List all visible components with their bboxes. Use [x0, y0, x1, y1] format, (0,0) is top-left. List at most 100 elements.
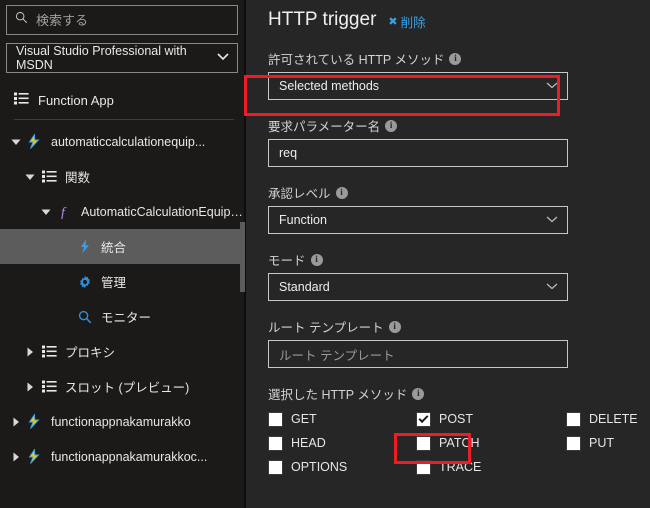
checkbox-options[interactable] — [268, 459, 283, 475]
tree-twisty-expanded-icon[interactable] — [22, 173, 38, 181]
http-methods-column-3: DELETE PUT — [566, 407, 638, 479]
field-request-parameter-name: 要求パラメーター名 i req — [268, 116, 650, 167]
http-methods-column-2: POST PATCH TRACE — [416, 407, 566, 479]
info-icon[interactable]: i — [310, 253, 323, 266]
sidebar-item-1[interactable]: 関数 — [0, 159, 244, 194]
checkbox-label: TRACE — [439, 460, 482, 474]
tree-twisty-expanded-icon[interactable] — [8, 138, 24, 146]
field-allowed-methods: 許可されている HTTP メソッド i Selected methods — [268, 49, 650, 100]
search-input[interactable] — [36, 12, 229, 28]
auth-level-select[interactable]: Function — [268, 206, 568, 234]
info-icon[interactable]: i — [388, 320, 401, 333]
page-title: HTTP trigger — [268, 9, 377, 30]
checkbox-item-get[interactable]: GET — [268, 407, 416, 431]
info-icon[interactable]: i — [412, 387, 425, 400]
sidebar-item-label: 関数 — [65, 171, 91, 185]
function-app-icon — [24, 134, 46, 149]
sidebar-item-0[interactable]: automaticcalculationequip... — [0, 124, 244, 159]
field-selected-methods: 選択した HTTP メソッド i GET HEAD OPTIONS POST PATCH… — [268, 384, 650, 479]
checkbox-delete[interactable] — [566, 411, 581, 427]
search-icon — [74, 310, 96, 324]
delete-label: 削除 — [400, 16, 426, 30]
sidebar-item-label: Function App — [38, 92, 114, 108]
checkbox-item-head[interactable]: HEAD — [268, 431, 416, 455]
field-label: 選択した HTTP メソッド i — [268, 384, 650, 403]
sidebar-item-9[interactable]: functionappnakamurakkoc... — [0, 439, 244, 474]
tree-twisty-collapsed-icon[interactable] — [8, 417, 24, 427]
subscription-selector[interactable]: Visual Studio Professional with MSDN — [6, 43, 238, 73]
sidebar: Visual Studio Professional with MSDN Fun… — [0, 0, 246, 508]
route-template-input[interactable]: ルート テンプレート — [268, 340, 568, 368]
search-icon — [15, 11, 28, 29]
search-box[interactable] — [6, 5, 238, 35]
function-app-icon — [24, 414, 46, 429]
checkbox-label: HEAD — [291, 436, 326, 450]
request-parameter-name-input[interactable]: req — [268, 139, 568, 167]
label-text: モード — [268, 254, 306, 268]
gear-icon — [74, 275, 96, 289]
checkbox-get[interactable] — [268, 411, 283, 427]
sidebar-item-label: プロキシ — [65, 346, 116, 360]
sidebar-divider — [14, 119, 234, 120]
chevron-down-icon — [217, 52, 229, 64]
route-template-placeholder: ルート テンプレート — [279, 348, 395, 363]
checkbox-head[interactable] — [268, 435, 283, 451]
tree-twisty-collapsed-icon[interactable] — [22, 347, 38, 357]
bolt-icon — [74, 239, 96, 254]
sidebar-item-label: functionappnakamurakko — [51, 414, 191, 429]
label-text: 選択した HTTP メソッド — [268, 388, 408, 402]
allowed-methods-select[interactable]: Selected methods — [268, 72, 568, 100]
tree-twisty-collapsed-icon[interactable] — [8, 452, 24, 462]
sidebar-item-5[interactable]: モニター — [0, 299, 244, 334]
checkbox-item-put[interactable]: PUT — [566, 431, 638, 455]
page-header: HTTP trigger ✖ 削除 — [268, 0, 650, 31]
checkbox-post[interactable] — [416, 411, 431, 427]
info-icon[interactable]: i — [385, 119, 398, 132]
checkbox-label: GET — [291, 412, 317, 426]
sidebar-item-function-app[interactable]: Function App — [0, 85, 244, 115]
sidebar-scrollbar[interactable] — [240, 222, 245, 292]
label-text: 承認レベル — [268, 187, 331, 201]
field-label: 要求パラメーター名 i — [268, 116, 650, 135]
label-text: 許可されている HTTP メソッド — [268, 53, 445, 67]
field-route-template: ルート テンプレート i ルート テンプレート — [268, 317, 650, 368]
chevron-down-icon — [546, 215, 558, 226]
list-icon — [38, 380, 60, 393]
sidebar-item-2[interactable]: f AutomaticCalculationEquipment — [0, 194, 244, 229]
field-mode: モード i Standard — [268, 250, 650, 301]
checkbox-label: PATCH — [439, 436, 480, 450]
checkbox-trace[interactable] — [416, 459, 431, 475]
sidebar-item-7[interactable]: スロット (プレビュー) — [0, 369, 244, 404]
sidebar-item-label: automaticcalculationequip... — [51, 134, 206, 149]
sidebar-item-3[interactable]: 統合 — [0, 229, 244, 264]
tree-twisty-collapsed-icon[interactable] — [22, 382, 38, 392]
checkbox-label: PUT — [589, 436, 614, 450]
tree-twisty-expanded-icon[interactable] — [38, 208, 54, 216]
checkbox-item-patch[interactable]: PATCH — [416, 431, 566, 455]
list-icon — [38, 170, 60, 183]
info-icon[interactable]: i — [449, 52, 462, 65]
function-app-icon — [24, 449, 46, 464]
info-icon[interactable]: i — [335, 186, 348, 199]
field-label: モード i — [268, 250, 650, 269]
checkbox-item-trace[interactable]: TRACE — [416, 455, 566, 479]
resource-tree: automaticcalculationequip... 関数 f Automatic… — [0, 124, 244, 474]
checkbox-item-post[interactable]: POST — [416, 407, 566, 431]
field-label: 許可されている HTTP メソッド i — [268, 49, 650, 68]
http-methods-column-1: GET HEAD OPTIONS — [268, 407, 416, 479]
field-label: 承認レベル i — [268, 183, 650, 202]
checkbox-put[interactable] — [566, 435, 581, 451]
checkbox-item-options[interactable]: OPTIONS — [268, 455, 416, 479]
function-f-icon: f — [54, 204, 76, 220]
sidebar-item-8[interactable]: functionappnakamurakko — [0, 404, 244, 439]
checkbox-item-delete[interactable]: DELETE — [566, 407, 638, 431]
mode-select[interactable]: Standard — [268, 273, 568, 301]
delete-button[interactable]: ✖ 削除 — [388, 12, 425, 31]
close-x-icon: ✖ — [388, 16, 398, 28]
svg-text:f: f — [61, 206, 67, 220]
sidebar-item-6[interactable]: プロキシ — [0, 334, 244, 369]
sidebar-item-label: functionappnakamurakkoc... — [51, 449, 208, 464]
checkbox-patch[interactable] — [416, 435, 431, 451]
azure-portal-window: Visual Studio Professional with MSDN Fun… — [0, 0, 650, 508]
sidebar-item-4[interactable]: 管理 — [0, 264, 244, 299]
